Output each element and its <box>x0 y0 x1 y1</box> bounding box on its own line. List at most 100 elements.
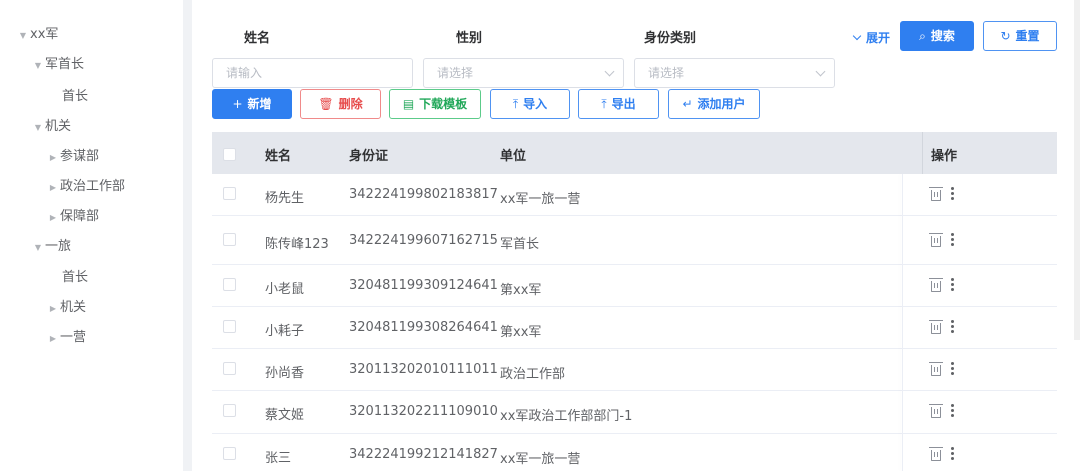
tree-node-xx-army[interactable]: ▼ xx军 <box>16 24 58 46</box>
row-checkbox[interactable] <box>223 404 236 417</box>
gender-filter-label: 性别 <box>456 31 483 46</box>
row-checkbox[interactable] <box>223 233 236 246</box>
delete-button[interactable]: 🗑 删除 <box>300 89 381 119</box>
table-row: 蔡文姬 320113202211109010 xx军政治工作部部门-1 <box>212 391 1057 434</box>
caret-right-icon: ▶ <box>49 213 57 222</box>
cell-id: 320113202010111011 <box>349 362 498 377</box>
cell-unit: xx军政治工作部部门-1 <box>500 409 633 424</box>
select-all-checkbox[interactable] <box>223 148 236 161</box>
trash-icon: 🗑 <box>318 97 334 111</box>
cell-unit: 政治工作部 <box>500 367 566 382</box>
export-icon: ⤒ <box>601 97 607 111</box>
tree-node-brigade-1[interactable]: ▼ 一旅 <box>31 236 71 258</box>
name-filter-label: 姓名 <box>244 31 271 46</box>
more-vertical-icon[interactable] <box>951 404 954 407</box>
delete-row-icon[interactable] <box>929 187 943 201</box>
tree-node-brigade-chief[interactable]: 首长 <box>62 267 88 289</box>
idtype-select[interactable]: 请选择 <box>634 58 835 88</box>
cell-name: 张三 <box>265 451 292 466</box>
name-input[interactable]: 请输入 <box>212 58 413 88</box>
row-checkbox[interactable] <box>223 362 236 375</box>
plus-icon: + <box>232 97 243 111</box>
cell-id: 342224199802183817 <box>349 187 498 202</box>
more-vertical-icon[interactable] <box>951 447 954 450</box>
cell-id: 342224199607162715 <box>349 233 498 248</box>
refresh-icon: ↻ <box>1000 29 1011 43</box>
import-button[interactable]: ⤒ 导入 <box>490 89 570 119</box>
tree-node-organ[interactable]: ▼ 机关 <box>31 116 71 138</box>
page-scrollbar[interactable] <box>1074 0 1080 340</box>
more-vertical-icon[interactable] <box>951 362 954 365</box>
cell-unit: xx军一旅一营 <box>500 452 581 467</box>
sidebar-divider <box>183 0 192 471</box>
tree-node-staff-dept[interactable]: ▶ 参谋部 <box>46 146 99 168</box>
cell-name: 杨先生 <box>265 191 305 206</box>
cell-unit: 第xx军 <box>500 283 542 298</box>
search-button[interactable]: ⌕ 搜索 <box>900 21 974 51</box>
table-row: 小耗子 320481199308264641 第xx军 <box>212 307 1057 349</box>
return-icon: ↵ <box>682 97 693 111</box>
tree-node-political-dept[interactable]: ▶ 政治工作部 <box>46 176 125 198</box>
tree-node-battalion-1[interactable]: ▶ 一营 <box>46 327 86 349</box>
row-checkbox[interactable] <box>223 447 236 460</box>
column-header-id: 身份证 <box>349 149 389 164</box>
table-header: 姓名 身份证 单位 操作 <box>212 132 1057 174</box>
caret-right-icon: ▶ <box>49 304 57 313</box>
delete-row-icon[interactable] <box>929 320 943 334</box>
column-divider <box>922 132 923 174</box>
export-button[interactable]: ⤒ 导出 <box>578 89 659 119</box>
tree-node-support-dept[interactable]: ▶ 保障部 <box>46 206 99 228</box>
column-header-unit: 单位 <box>500 149 527 164</box>
row-checkbox[interactable] <box>223 187 236 200</box>
cell-name: 小耗子 <box>265 324 305 339</box>
chevron-down-icon <box>815 66 826 77</box>
caret-down-icon: ▼ <box>19 31 27 40</box>
delete-row-icon[interactable] <box>929 404 943 418</box>
delete-row-icon[interactable] <box>929 278 943 292</box>
column-header-name: 姓名 <box>265 149 292 164</box>
cell-unit: xx军一旅一营 <box>500 192 581 207</box>
tree-node-chief[interactable]: 首长 <box>62 86 88 108</box>
more-vertical-icon[interactable] <box>951 320 954 323</box>
caret-right-icon: ▶ <box>49 153 57 162</box>
cell-name: 陈传峰123 <box>265 237 329 252</box>
table-row: 杨先生 342224199802183817 xx军一旅一营 <box>212 174 1057 216</box>
fixed-column-divider <box>902 174 903 471</box>
chevron-down-icon <box>852 31 862 41</box>
delete-row-icon[interactable] <box>929 447 943 461</box>
more-vertical-icon[interactable] <box>951 278 954 281</box>
download-template-button[interactable]: ▤ 下载模板 <box>389 89 481 119</box>
caret-down-icon: ▼ <box>34 61 42 70</box>
cell-name: 孙尚香 <box>265 366 305 381</box>
idtype-filter-label: 身份类别 <box>644 31 697 46</box>
column-header-actions: 操作 <box>931 149 958 164</box>
search-icon: ⌕ <box>919 29 926 43</box>
add-user-button[interactable]: ↵ 添加用户 <box>668 89 760 119</box>
tree-node-army-chief[interactable]: ▼ 军首长 <box>31 54 84 76</box>
cell-unit: 第xx军 <box>500 325 542 340</box>
caret-right-icon: ▶ <box>49 334 57 343</box>
delete-row-icon[interactable] <box>929 362 943 376</box>
org-tree: ▼ xx军 ▼ 军首长 首长 ▼ 机关 ▶ 参谋部 ▶ 政治工作部 ▶ 保障部 ▼ 一旅 首长… <box>0 0 183 471</box>
gender-select[interactable]: 请选择 <box>423 58 624 88</box>
reset-button[interactable]: ↻ 重置 <box>983 21 1057 51</box>
delete-row-icon[interactable] <box>929 233 943 247</box>
table-row: 小老鼠 320481199309124641 第xx军 <box>212 265 1057 307</box>
tree-node-brigade-organ[interactable]: ▶ 机关 <box>46 297 86 319</box>
more-vertical-icon[interactable] <box>951 233 954 236</box>
file-download-icon: ▤ <box>402 97 415 111</box>
main-panel: 姓名 性别 身份类别 请输入 请选择 请选择 展开 ⌕ 搜索 ↻ 重置 + 新增 🗑 删… <box>192 0 1080 471</box>
expand-filters-link[interactable]: 展开 <box>852 29 890 46</box>
chevron-down-icon <box>604 66 615 77</box>
row-checkbox[interactable] <box>223 278 236 291</box>
caret-down-icon: ▼ <box>34 243 42 252</box>
upload-icon: ⤒ <box>512 97 519 111</box>
cell-id: 320113202211109010 <box>349 404 498 419</box>
row-checkbox[interactable] <box>223 320 236 333</box>
cell-name: 蔡文姬 <box>265 408 305 423</box>
table-row: 张三 342224199212141827 xx军一旅一营 <box>212 434 1057 471</box>
table-row: 孙尚香 320113202010111011 政治工作部 <box>212 349 1057 391</box>
caret-right-icon: ▶ <box>49 183 57 192</box>
more-vertical-icon[interactable] <box>951 187 954 190</box>
add-button[interactable]: + 新增 <box>212 89 292 119</box>
